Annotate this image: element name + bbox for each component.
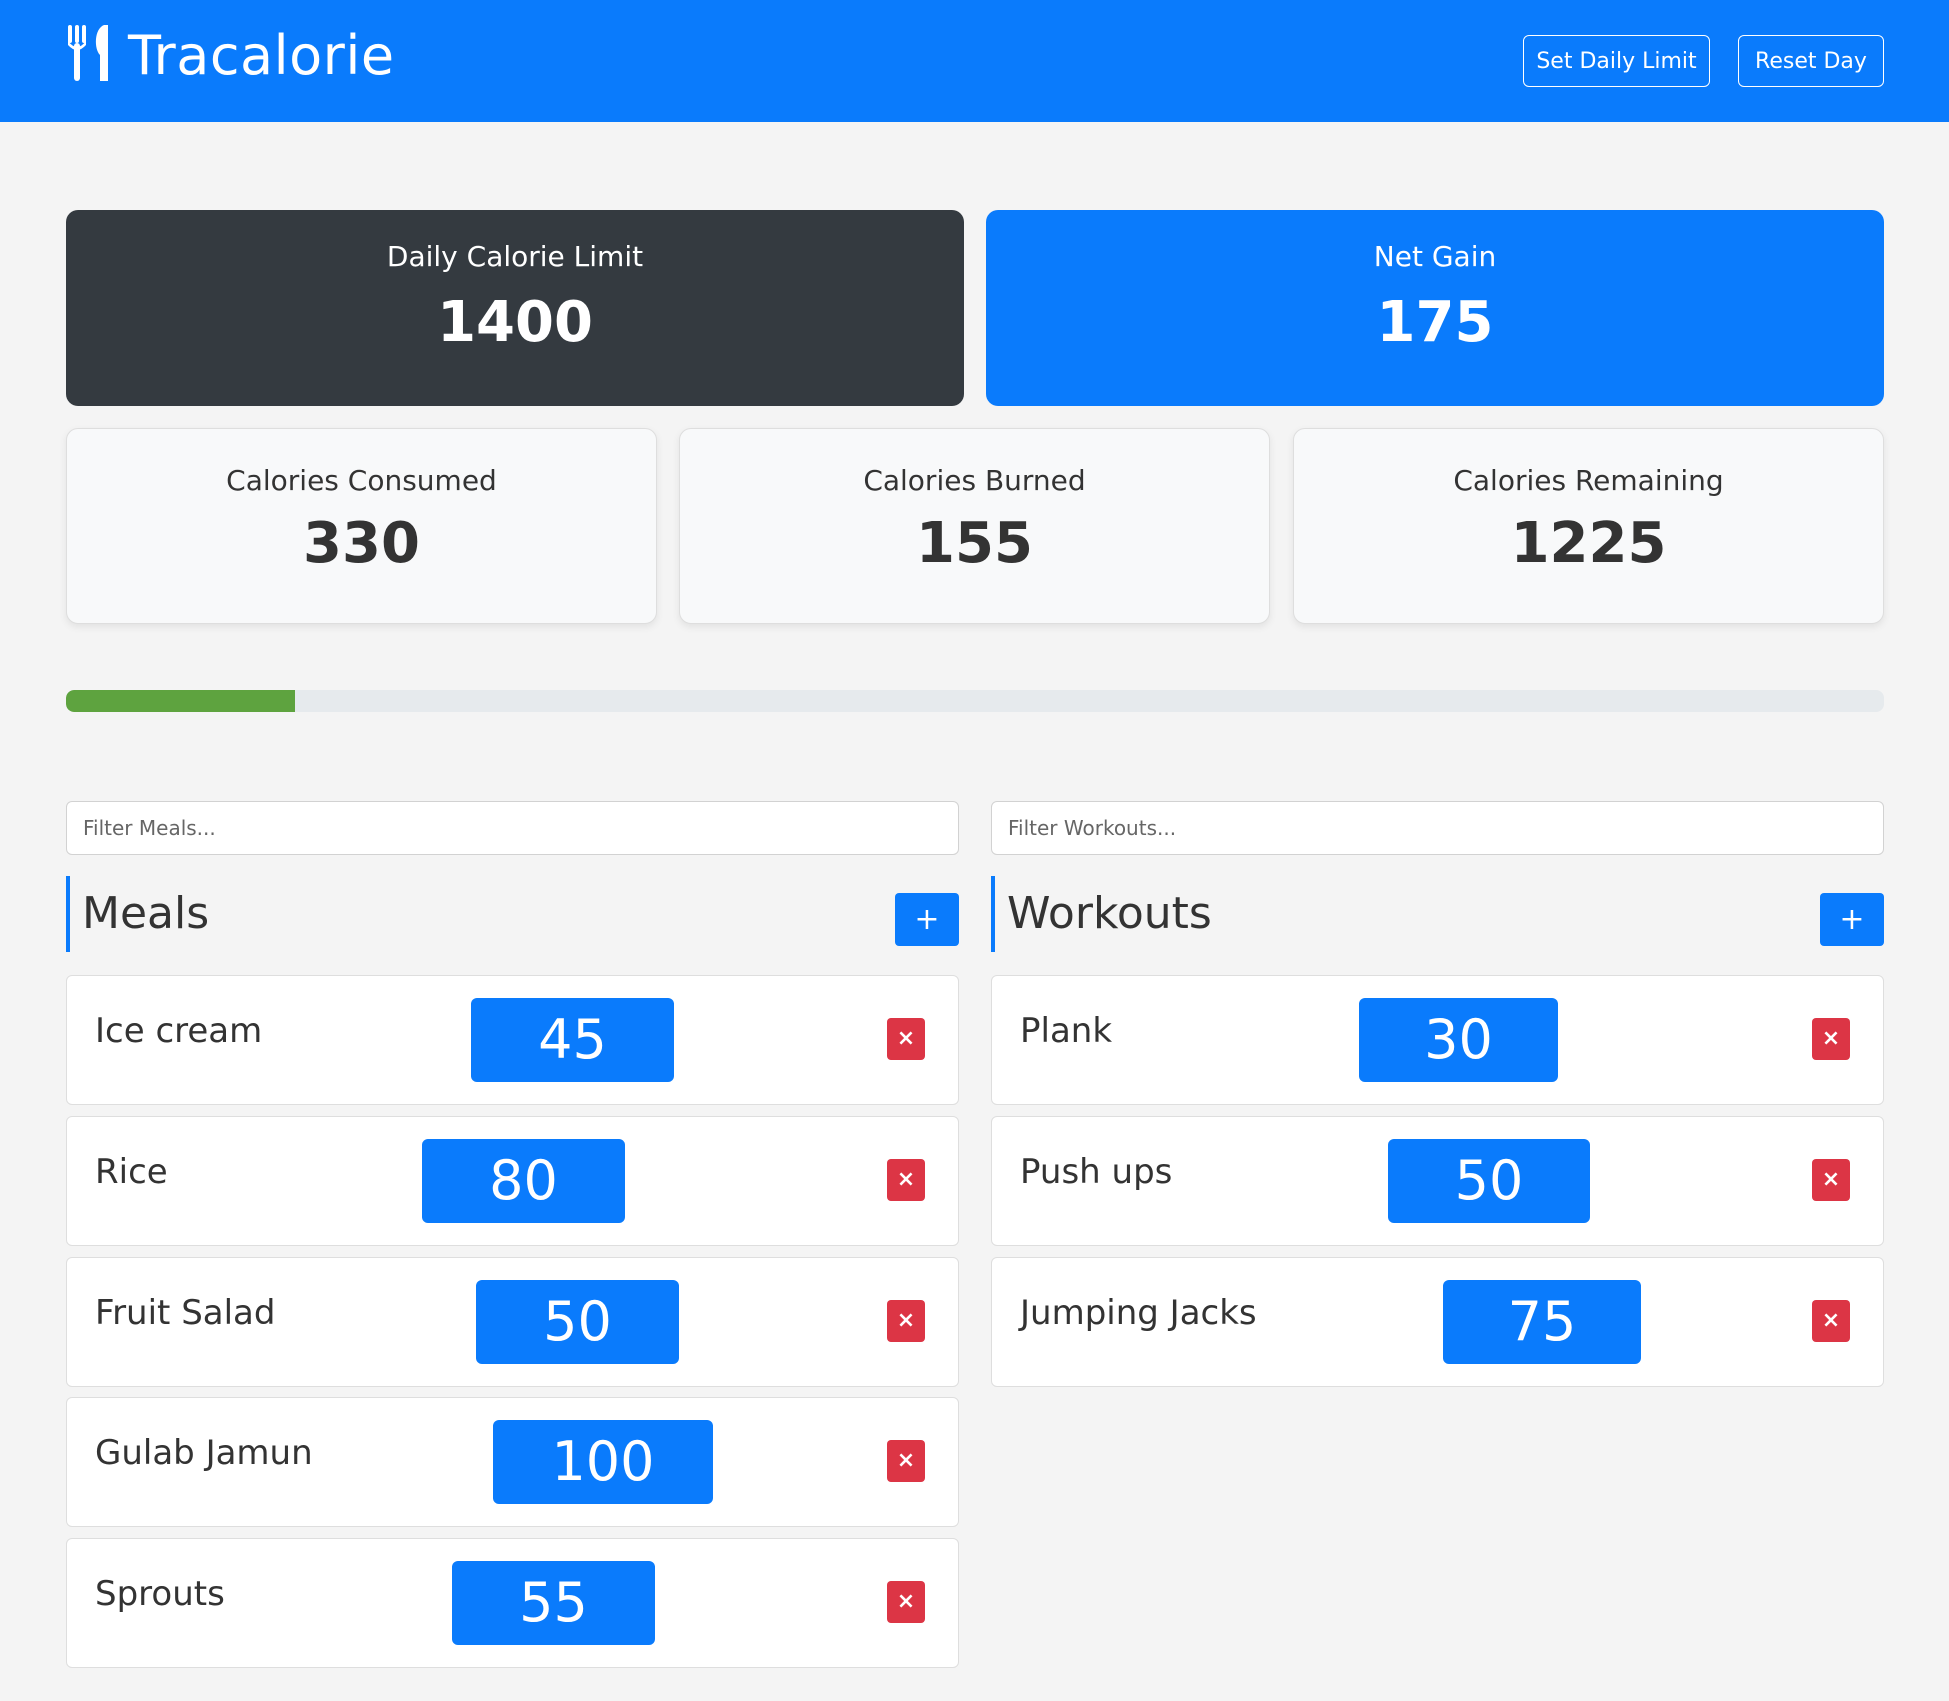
meal-item: Rice 80 × bbox=[66, 1116, 959, 1246]
filter-meals-input[interactable] bbox=[66, 801, 959, 855]
workout-name: Push ups bbox=[1020, 1152, 1173, 1192]
workout-item: Jumping Jacks 75 × bbox=[991, 1257, 1884, 1387]
add-meal-button[interactable]: + bbox=[895, 893, 959, 946]
delete-workout-button[interactable]: × bbox=[1812, 1159, 1850, 1201]
workout-item: Plank 30 × bbox=[991, 975, 1884, 1105]
workout-calories: 50 bbox=[1388, 1139, 1590, 1223]
delete-workout-button[interactable]: × bbox=[1812, 1300, 1850, 1342]
delete-meal-button[interactable]: × bbox=[887, 1581, 925, 1623]
calories-remaining-card: Calories Remaining 1225 bbox=[1293, 428, 1884, 624]
utensils-icon bbox=[66, 23, 118, 87]
meal-calories: 45 bbox=[471, 998, 674, 1082]
net-gain-label: Net Gain bbox=[1373, 240, 1497, 273]
meal-name: Fruit Salad bbox=[95, 1293, 276, 1333]
net-gain-value: 175 bbox=[1376, 290, 1494, 355]
meal-item: Gulab Jamun 100 × bbox=[66, 1397, 959, 1527]
delete-workout-button[interactable]: × bbox=[1812, 1018, 1850, 1060]
meal-item: Sprouts 55 × bbox=[66, 1538, 959, 1668]
calorie-progress-fill bbox=[66, 690, 296, 712]
calories-remaining-label: Calories Remaining bbox=[1453, 464, 1724, 497]
navbar: Tracalorie Set Daily Limit Reset Day bbox=[0, 0, 1949, 122]
daily-limit-label: Daily Calorie Limit bbox=[386, 240, 644, 273]
delete-meal-button[interactable]: × bbox=[887, 1440, 925, 1482]
set-daily-limit-button[interactable]: Set Daily Limit bbox=[1523, 35, 1710, 87]
calories-burned-card: Calories Burned 155 bbox=[679, 428, 1270, 624]
workout-name: Plank bbox=[1020, 1011, 1113, 1051]
meal-item: Fruit Salad 50 × bbox=[66, 1257, 959, 1387]
calories-consumed-value: 330 bbox=[303, 511, 420, 576]
meal-name: Sprouts bbox=[95, 1574, 225, 1614]
workout-calories: 30 bbox=[1359, 998, 1558, 1082]
meal-calories: 50 bbox=[476, 1280, 679, 1364]
net-gain-card: Net Gain 175 bbox=[986, 210, 1884, 406]
workout-calories: 75 bbox=[1443, 1280, 1641, 1364]
workouts-heading: Workouts bbox=[991, 876, 1212, 952]
meal-name: Gulab Jamun bbox=[95, 1433, 313, 1473]
meal-calories: 80 bbox=[422, 1139, 625, 1223]
meal-item: Ice cream 45 × bbox=[66, 975, 959, 1105]
calorie-progress-bar bbox=[66, 690, 1884, 712]
calories-burned-label: Calories Burned bbox=[863, 464, 1086, 497]
delete-meal-button[interactable]: × bbox=[887, 1300, 925, 1342]
filter-workouts-input[interactable] bbox=[991, 801, 1884, 855]
meal-calories: 100 bbox=[493, 1420, 713, 1504]
reset-day-button[interactable]: Reset Day bbox=[1738, 35, 1884, 87]
calories-consumed-label: Calories Consumed bbox=[226, 464, 497, 497]
calories-burned-value: 155 bbox=[916, 511, 1033, 576]
add-workout-button[interactable]: + bbox=[1820, 893, 1884, 946]
calories-consumed-card: Calories Consumed 330 bbox=[66, 428, 657, 624]
meal-name: Ice cream bbox=[95, 1011, 263, 1051]
calories-remaining-value: 1225 bbox=[1510, 511, 1667, 576]
brand-title: Tracalorie bbox=[128, 23, 395, 87]
delete-meal-button[interactable]: × bbox=[887, 1018, 925, 1060]
daily-limit-value: 1400 bbox=[437, 290, 593, 355]
workout-item: Push ups 50 × bbox=[991, 1116, 1884, 1246]
meal-calories: 55 bbox=[452, 1561, 655, 1645]
meal-name: Rice bbox=[95, 1152, 168, 1192]
daily-limit-card: Daily Calorie Limit 1400 bbox=[66, 210, 964, 406]
meals-heading: Meals bbox=[66, 876, 209, 952]
brand[interactable]: Tracalorie bbox=[66, 22, 395, 88]
delete-meal-button[interactable]: × bbox=[887, 1159, 925, 1201]
workout-name: Jumping Jacks bbox=[1020, 1293, 1257, 1333]
